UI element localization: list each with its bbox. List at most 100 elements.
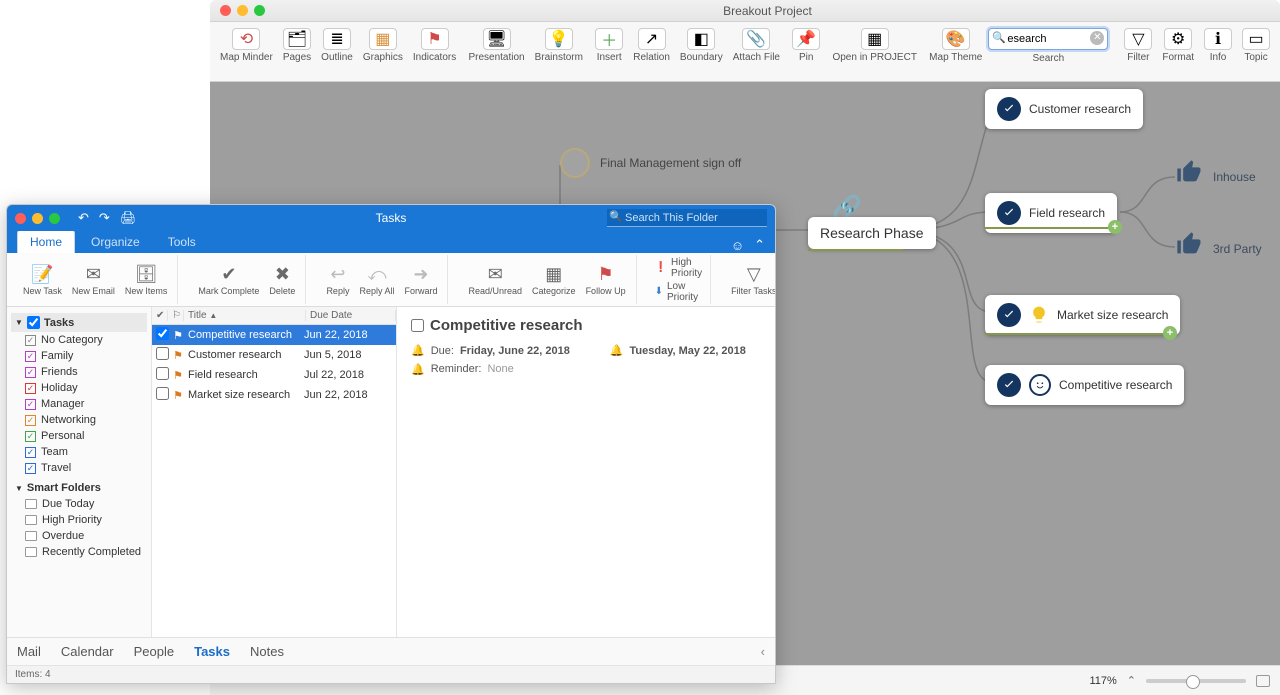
tb-info[interactable]: ℹInfo [1200,26,1236,65]
tab-home[interactable]: Home [17,230,75,253]
node-market[interactable]: Market size research [985,295,1180,335]
reply-button[interactable]: ↩Reply [324,260,351,299]
delete-button[interactable]: ✖Delete [267,260,297,299]
col-check[interactable]: ✔ [152,310,168,321]
new-email-button[interactable]: ✉New Email [70,260,117,299]
tb-attach[interactable]: 📎Attach File [729,26,784,65]
tb-filter[interactable]: ▽Filter [1120,26,1156,65]
node-competitive[interactable]: Competitive research [985,365,1184,405]
footer-people[interactable]: People [134,644,174,659]
nav-category[interactable]: ✓Family [11,348,147,364]
tb-format[interactable]: ⚙Format [1158,26,1198,65]
follow-up-button[interactable]: ⚑Follow Up [584,260,628,299]
new-task-button[interactable]: 📝New Task [21,260,64,299]
print-icon[interactable]: 🖨 [120,210,137,226]
task-row[interactable]: ⚑Customer researchJun 5, 2018 [152,345,396,365]
undo-icon[interactable]: ↶ [78,210,89,226]
nav-category[interactable]: ✓Team [11,444,147,460]
nav-smart-folder[interactable]: Overdue [11,528,147,544]
nav-tasks-checkbox[interactable] [27,316,40,329]
nav-category[interactable]: ✓Travel [11,460,147,476]
tab-organize[interactable]: Organize [79,231,152,253]
nav-smart-header[interactable]: ▼Smart Folders [11,476,147,496]
close-button[interactable] [220,5,231,16]
tb-brainstorm[interactable]: 💡Brainstorm [531,26,587,65]
tb-mapminder[interactable]: ⟲Map Minder [216,26,277,65]
tab-tools[interactable]: Tools [156,231,208,253]
zoom-slider[interactable] [1146,679,1246,683]
clear-search-icon[interactable]: ✕ [1090,31,1104,45]
node-field-label: Field research [1029,206,1105,220]
tb-graphics[interactable]: ▦Graphics [359,26,407,65]
categorize-button[interactable]: ▦Categorize [530,260,578,299]
nav-tasks-header[interactable]: ▼Tasks [11,313,147,332]
footer-mail[interactable]: Mail [17,644,41,659]
nav-category[interactable]: ✓Manager [11,396,147,412]
high-priority-button[interactable]: ❗High Priority [655,257,703,279]
chevron-left-icon[interactable]: ‹ [761,644,765,659]
filter-tasks-button[interactable]: ▽Filter Tasks [729,260,776,299]
nav-smart-folder[interactable]: Recently Completed [11,544,147,560]
nav-category[interactable]: ✓Friends [11,364,147,380]
row-checkbox[interactable] [154,387,170,403]
folder-icon [25,547,37,557]
task-row[interactable]: ⚑Market size researchJun 22, 2018 [152,385,396,405]
central-node[interactable]: Research Phase [808,217,936,249]
emoji-icon[interactable]: ☺ [731,238,744,253]
collapse-ribbon-icon[interactable]: ⌃ [754,237,765,253]
nav-category[interactable]: ✓Personal [11,428,147,444]
task-row[interactable]: ⚑Competitive researchJun 22, 2018 [152,325,396,345]
nav-smart-folder[interactable]: Due Today [11,496,147,512]
row-checkbox[interactable] [154,367,170,383]
nav-category[interactable]: ✓No Category [11,332,147,348]
minimize-button[interactable] [32,213,43,224]
read-unread-button[interactable]: ✉Read/Unread [466,260,524,299]
maximize-button[interactable] [254,5,265,16]
nav-smart-folder[interactable]: High Priority [11,512,147,528]
tb-openproject[interactable]: ▦Open in PROJECT [828,26,920,65]
tb-boundary[interactable]: ◧Boundary [676,26,727,65]
chevron-up-icon[interactable]: ⌃ [1127,674,1136,687]
nav-category[interactable]: ✓Holiday [11,380,147,396]
signoff-node[interactable]: Final Management sign off [560,148,741,178]
tb-presentation[interactable]: 🖥Presentation [464,26,528,65]
expand-icon[interactable]: + [1163,326,1177,340]
row-checkbox[interactable] [154,327,170,343]
tb-insert[interactable]: ＋Insert [591,26,627,65]
footer-calendar[interactable]: Calendar [61,644,114,659]
tb-outline[interactable]: ≣Outline [317,26,357,65]
tb-maptheme[interactable]: 🎨Map Theme [925,26,986,65]
reply-all-button[interactable]: ⤺Reply All [357,260,396,299]
footer-notes[interactable]: Notes [250,644,284,659]
maximize-button[interactable] [49,213,60,224]
outlook-footer: Mail Calendar People Tasks Notes ‹ [7,637,775,665]
low-priority-button[interactable]: ⬇Low Priority [655,281,703,303]
detail-complete-checkbox[interactable] [411,319,424,332]
thirdparty-label[interactable]: 3rd Party [1213,242,1262,256]
inhouse-label[interactable]: Inhouse [1213,170,1256,184]
footer-tasks[interactable]: Tasks [194,644,230,659]
new-items-button[interactable]: 🗄New Items [123,260,170,299]
nav-category[interactable]: ✓Networking [11,412,147,428]
tb-pages[interactable]: 🗂Pages [279,26,315,65]
col-title[interactable]: Title ▲ [184,310,306,321]
view-mode-icon[interactable] [1256,675,1270,687]
close-button[interactable] [15,213,26,224]
tb-topic[interactable]: ▭Topic [1238,26,1274,65]
forward-button[interactable]: ➜Forward [402,260,439,299]
mark-complete-button[interactable]: ✔Mark Complete [196,260,261,299]
node-customer[interactable]: Customer research [985,89,1143,129]
outlook-search-input[interactable] [607,209,767,227]
tb-relation[interactable]: ↗Relation [629,26,674,65]
minimize-button[interactable] [237,5,248,16]
col-flag[interactable]: ⚐ [168,310,184,321]
redo-icon[interactable]: ↷ [99,210,110,226]
task-row[interactable]: ⚑Field researchJul 22, 2018 [152,365,396,385]
mindmap-title: Breakout Project [265,4,1270,18]
col-due[interactable]: Due Date [306,310,396,321]
zoom-level[interactable]: 117% [1089,675,1116,687]
row-checkbox[interactable] [154,347,170,363]
expand-icon[interactable]: + [1108,220,1122,234]
tb-pin[interactable]: 📌Pin [788,26,824,65]
tb-indicators[interactable]: ⚑Indicators [409,26,460,65]
